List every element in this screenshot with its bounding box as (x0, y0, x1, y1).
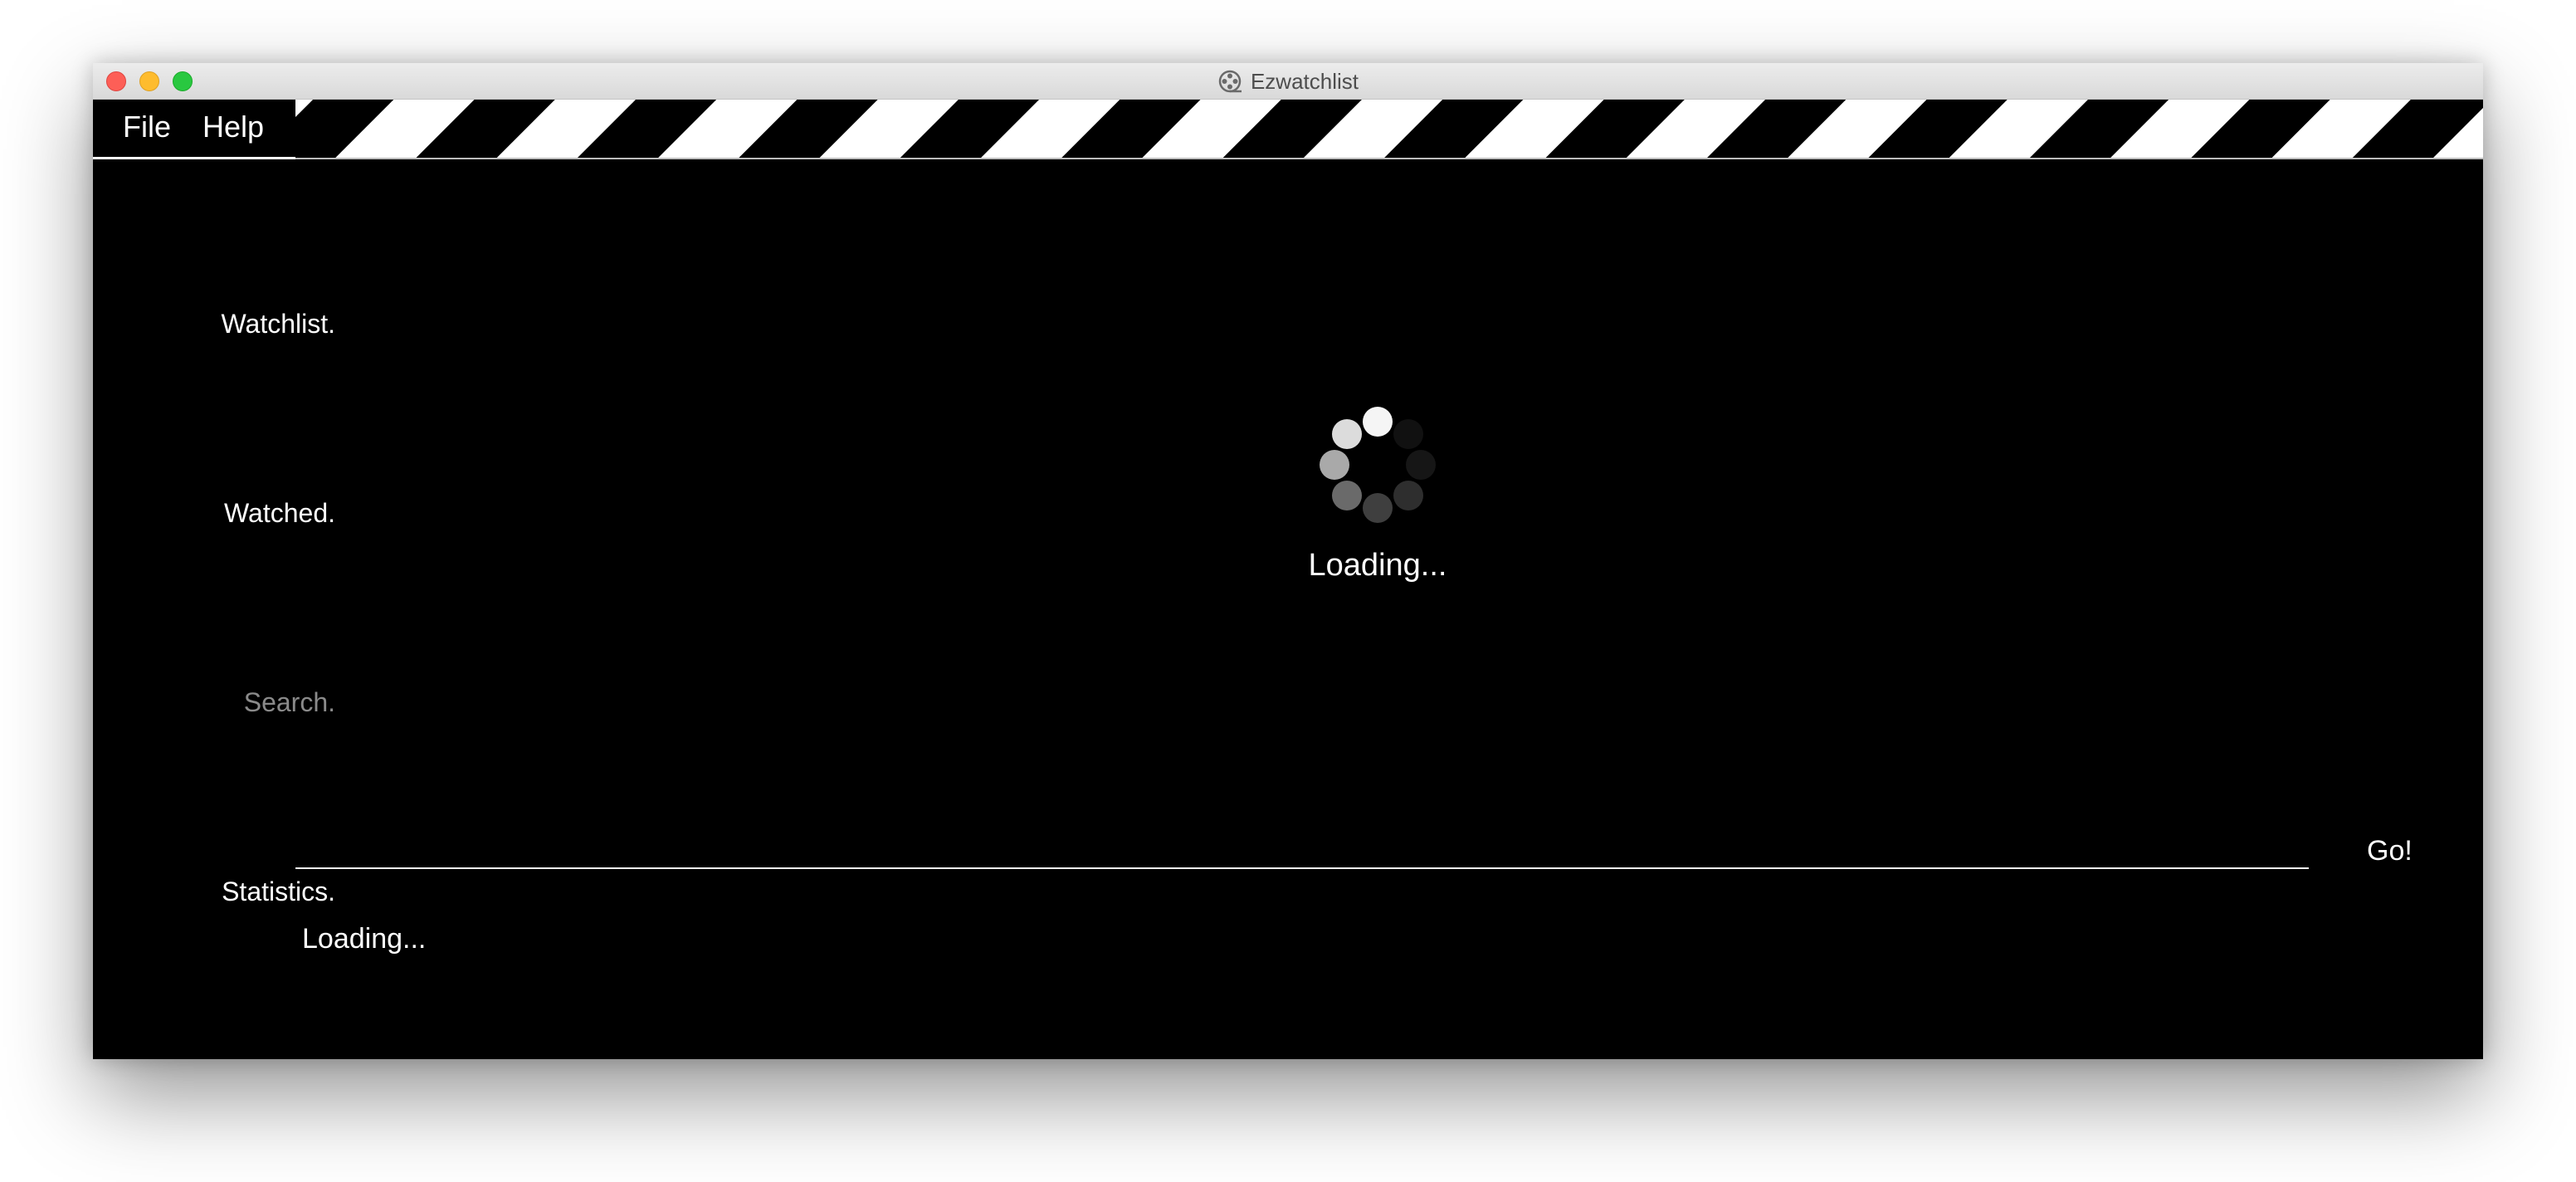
loading-spinner-icon (1320, 407, 1436, 523)
menu-help[interactable]: Help (202, 110, 264, 144)
results-loading-label: Loading... (302, 923, 427, 955)
title-bar[interactable]: Ezwatchlist (93, 63, 2483, 100)
sidebar-item-search[interactable]: Search. (244, 687, 335, 718)
search-input[interactable] (295, 867, 2309, 869)
menu-file[interactable]: File (123, 110, 171, 144)
window-title-text: Ezwatchlist (1250, 68, 1359, 94)
sidebar-item-watchlist[interactable]: Watchlist. (222, 309, 336, 339)
clapperboard-stripes (295, 100, 2483, 159)
loading-label: Loading... (1308, 548, 1447, 583)
go-button[interactable]: Go! (2367, 835, 2413, 867)
clapper-stripe (295, 100, 314, 118)
sidebar-item-watched[interactable]: Watched. (224, 498, 335, 529)
film-reel-icon (1218, 70, 1242, 93)
window-title: Ezwatchlist (93, 63, 2483, 100)
app-window: Ezwatchlist File Help Watchlist. Watched… (93, 63, 2483, 1059)
sidebar-item-statistics[interactable]: Statistics. (222, 877, 335, 907)
menu-bar: File Help (93, 100, 295, 159)
